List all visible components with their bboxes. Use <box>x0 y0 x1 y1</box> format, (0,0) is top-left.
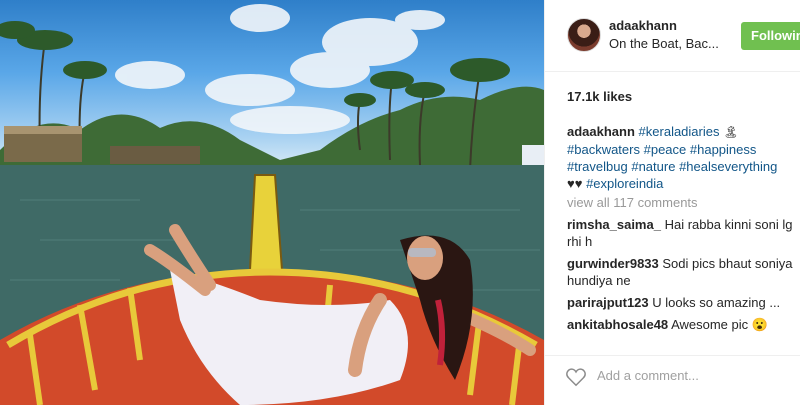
comment-author-link[interactable]: rimsha_saima_ <box>567 217 661 232</box>
comment-item: ankitabhosale48 Awesome pic 😮 <box>567 316 799 333</box>
post-details-panel: adaakhann On the Boat, Bac... Followin 1… <box>544 0 800 405</box>
comment-item: gurwinder9833 Sodi pics bhaut soniya hun… <box>567 255 799 289</box>
avatar[interactable] <box>567 18 601 52</box>
hashtag-link[interactable]: #backwaters <box>567 142 640 157</box>
following-button[interactable]: Followin <box>741 22 800 50</box>
comment-list: rimsha_saima_ Hai rabba kinni soni lg rh… <box>567 216 799 346</box>
hashtag-link[interactable]: #peace <box>644 142 687 157</box>
caption-author-link[interactable]: adaakhann <box>567 124 635 139</box>
comment-footer <box>545 355 800 405</box>
hashtag-link[interactable]: #exploreindia <box>586 176 663 191</box>
username-link[interactable]: adaakhann <box>609 18 677 33</box>
location-link[interactable]: On the Boat, Bac... <box>609 36 719 51</box>
palm-tree-emoji-icon: 🏝 <box>723 125 739 139</box>
hashtag-link[interactable]: #happiness <box>690 142 757 157</box>
comment-text: U looks so amazing ... <box>652 295 781 310</box>
view-all-comments-link[interactable]: view all 117 comments <box>567 195 698 210</box>
heart-outline-icon[interactable] <box>565 366 587 388</box>
face <box>407 236 443 280</box>
comment-item: rimsha_saima_ Hai rabba kinni soni lg rh… <box>567 216 799 250</box>
hashtag-link[interactable]: #keraladiaries <box>639 124 720 139</box>
backwaters-boat-scene <box>0 4 544 405</box>
hashtag-link[interactable]: #healseverything <box>679 159 777 174</box>
post-photo[interactable] <box>0 0 544 405</box>
add-comment-input[interactable] <box>597 368 787 383</box>
caption: adaakhann #keraladiaries 🏝 #backwaters #… <box>567 123 793 192</box>
comment-text: Awesome pic 😮 <box>671 317 768 332</box>
comment-author-link[interactable]: gurwinder9833 <box>567 256 659 271</box>
comment-author-link[interactable]: ankitabhosale48 <box>567 317 668 332</box>
comment-author-link[interactable]: parirajput123 <box>567 295 649 310</box>
sunglasses <box>408 248 436 257</box>
post-header: adaakhann On the Boat, Bac... Followin <box>545 0 800 72</box>
comment-item: parirajput123 U looks so amazing ... <box>567 294 799 311</box>
hashtag-link[interactable]: #travelbug <box>567 159 628 174</box>
likes-count[interactable]: 17.1k likes <box>567 89 632 104</box>
hashtag-link[interactable]: #nature <box>631 159 675 174</box>
hearts-emoji-icon: ♥♥ <box>567 176 583 191</box>
